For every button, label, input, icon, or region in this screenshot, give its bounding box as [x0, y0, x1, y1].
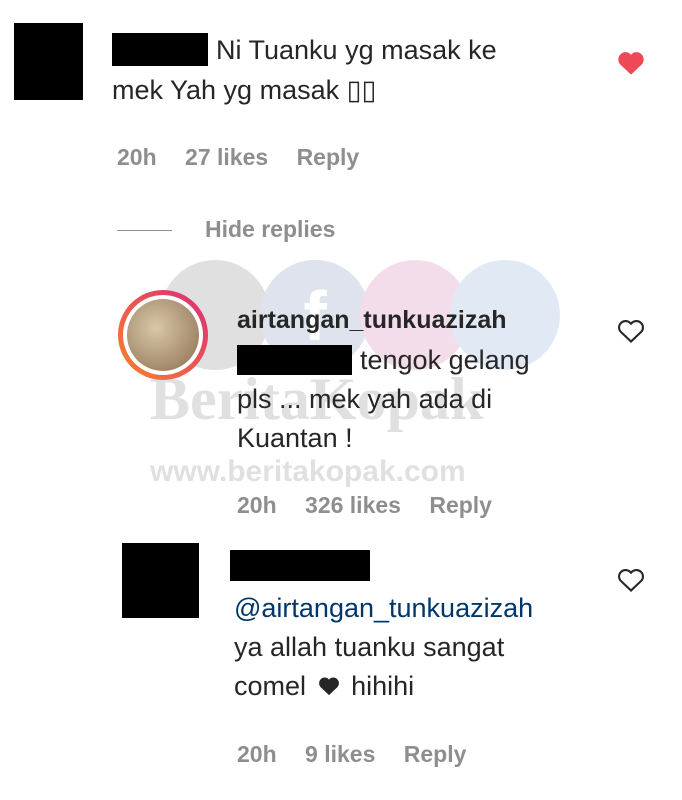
reply2-text-line2: comel hihihi [234, 668, 414, 706]
comment-meta: 20h 27 likes Reply [117, 144, 381, 171]
comment-text-line2: mek Yah yg masak ▯▯ [112, 75, 377, 105]
reply2-text-line2-b: hihihi [351, 671, 415, 701]
reply1-text-line1: tengok gelang [360, 345, 530, 375]
hide-replies-button[interactable]: Hide replies [205, 216, 335, 243]
comment-likes[interactable]: 27 likes [185, 144, 268, 170]
reply1-meta: 20h 326 likes Reply [237, 492, 514, 519]
reply2-text-line2-a: comel [234, 671, 307, 701]
reply1-text-line3: Kuantan ! [237, 423, 353, 453]
comment-text-line1: Ni Tuanku yg masak ke [216, 35, 497, 65]
comment-avatar[interactable] [14, 23, 83, 100]
reply1-like-heart-icon[interactable] [617, 318, 645, 349]
reply2-reply-button[interactable]: Reply [404, 741, 467, 767]
black-heart-icon [318, 669, 340, 706]
reply1-avatar[interactable] [118, 290, 208, 380]
comment-time: 20h [117, 144, 157, 170]
watermark: f BeritaKopak www.beritakopak.com [150, 255, 570, 505]
comment-reply-button[interactable]: Reply [297, 144, 360, 170]
reply1-time: 20h [237, 492, 277, 518]
reply2-time: 20h [237, 741, 277, 767]
reply2-meta: 20h 9 likes Reply [237, 741, 488, 768]
reply1-username[interactable]: airtangan_tunkuazizah [237, 306, 507, 335]
hide-replies-line [117, 230, 172, 231]
reply2-like-heart-icon[interactable] [617, 567, 645, 598]
reply2-text-line1: ya allah tuanku sangat [234, 632, 505, 662]
comment-like-heart-icon[interactable] [617, 50, 645, 81]
reply2-mention-link[interactable]: @airtangan_tunkuazizah [234, 590, 533, 627]
reply2-likes[interactable]: 9 likes [305, 741, 375, 767]
watermark-url: www.beritakopak.com [150, 455, 466, 488]
comment-username-redacted[interactable] [112, 33, 208, 66]
reply1-avatar-photo [123, 295, 203, 375]
reply2-avatar[interactable] [122, 543, 199, 618]
reply1-mention-redacted[interactable] [237, 345, 352, 375]
reply1-likes[interactable]: 326 likes [305, 492, 401, 518]
reply2-username-redacted[interactable] [230, 550, 370, 581]
reply1-reply-button[interactable]: Reply [429, 492, 492, 518]
reply1-text-line2: pls ... mek yah ada di [237, 384, 493, 414]
